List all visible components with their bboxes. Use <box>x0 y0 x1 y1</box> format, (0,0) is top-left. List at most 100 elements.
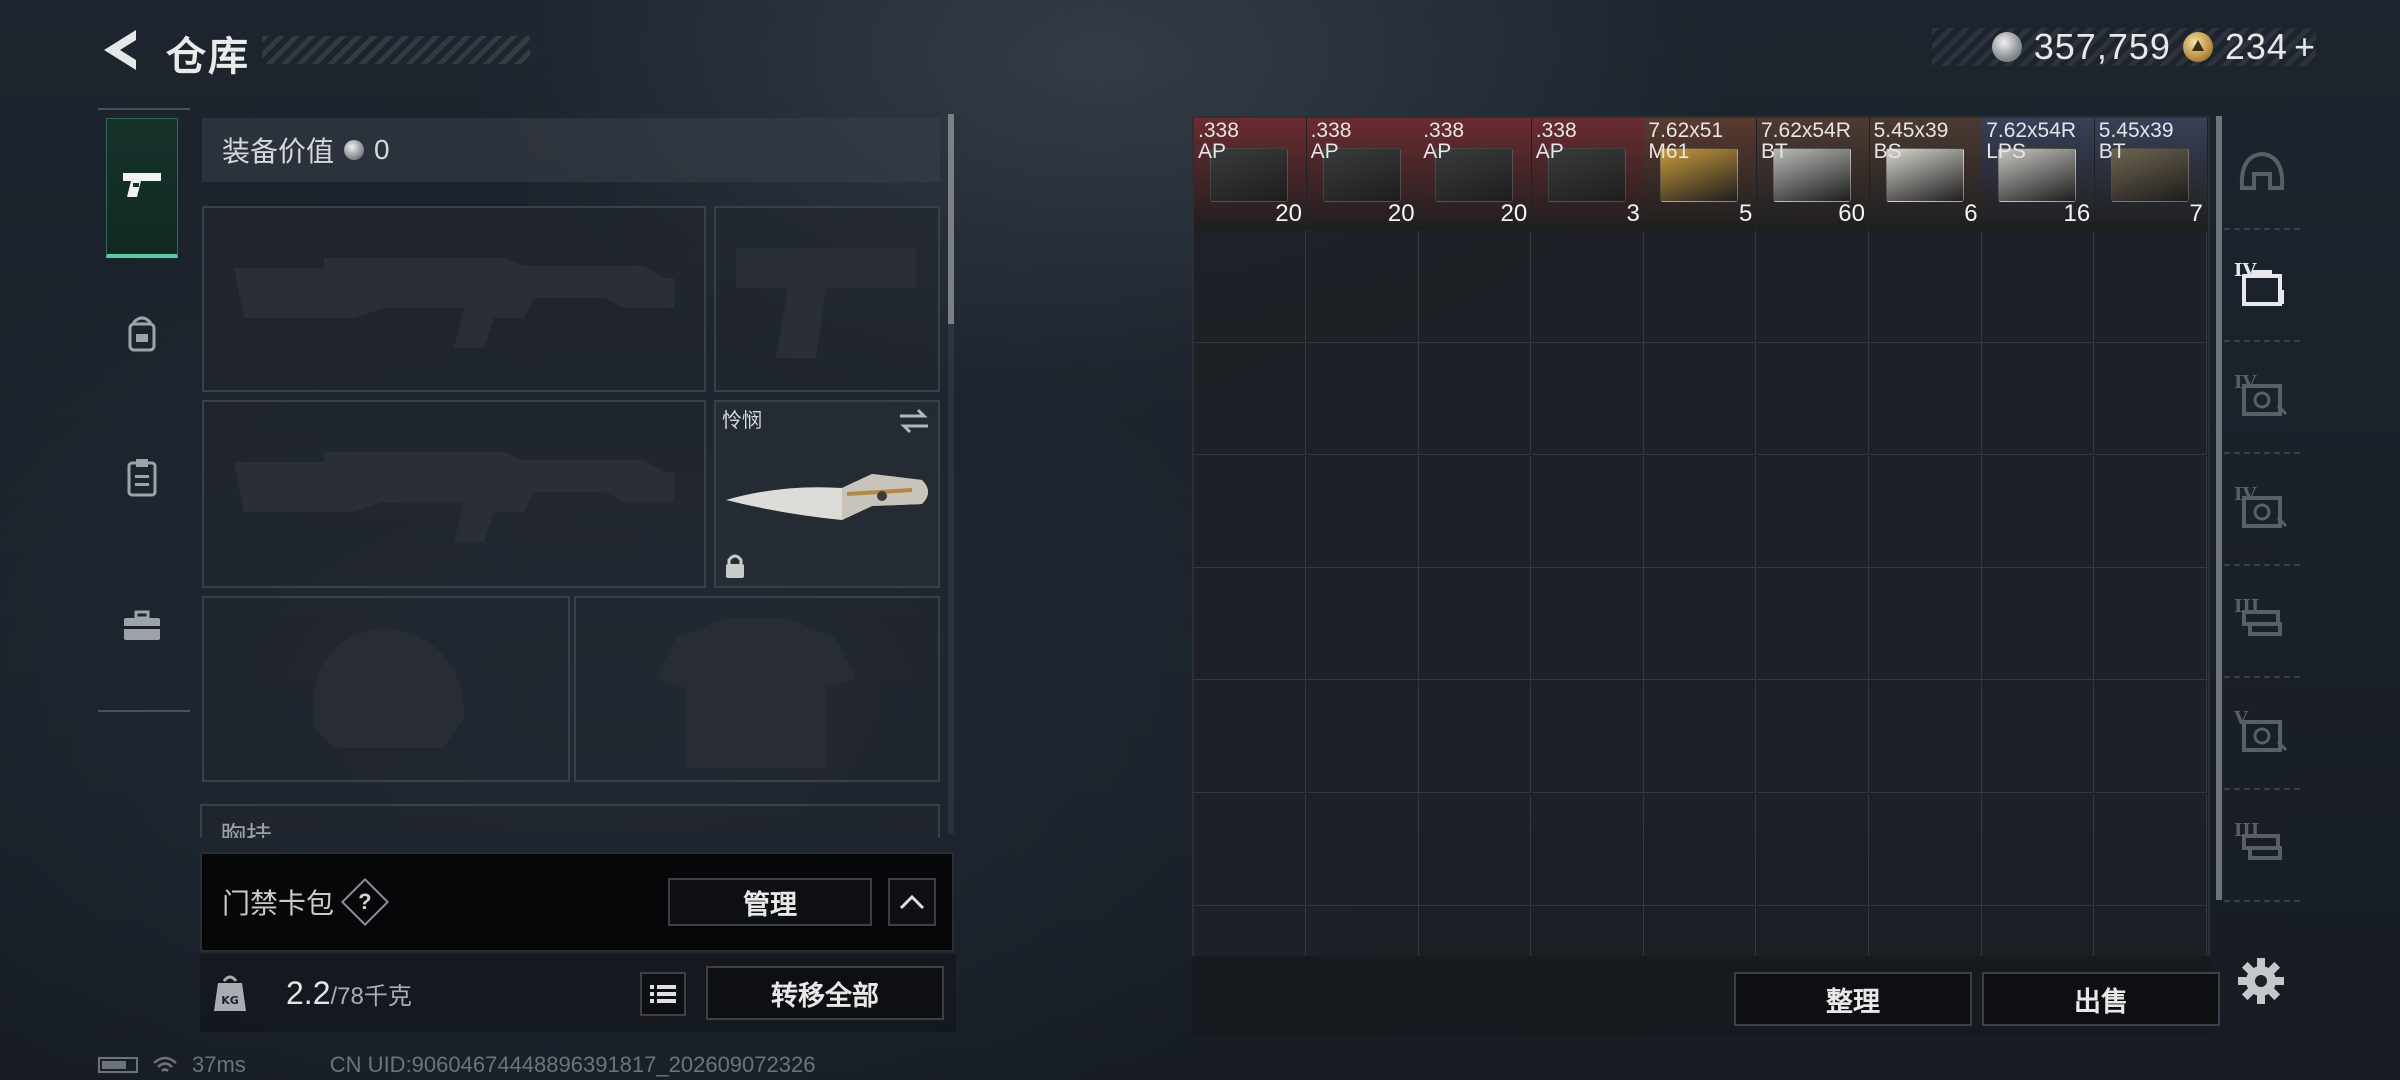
grid-cell[interactable] <box>1194 343 1306 456</box>
settings-button[interactable] <box>2234 954 2288 1008</box>
grid-cell[interactable] <box>1531 793 1644 906</box>
grid-cell[interactable] <box>1194 793 1306 906</box>
ammo-item[interactable]: 5.45x39 BS 6 <box>1869 118 1982 230</box>
rail-tab-toolbox[interactable] <box>106 590 178 662</box>
keycard-help-button[interactable]: ? <box>340 877 390 927</box>
grid-cell[interactable] <box>1194 230 1306 343</box>
grid-cell[interactable] <box>2094 455 2207 568</box>
grid-cell[interactable] <box>1982 455 2095 568</box>
grid-cell[interactable] <box>1644 568 1757 681</box>
grid-cell[interactable] <box>1531 455 1644 568</box>
grid-cell[interactable] <box>2094 793 2207 906</box>
grid-cell[interactable] <box>1419 906 1532 958</box>
grid-cell[interactable] <box>2094 681 2207 793</box>
ammo-item[interactable]: .338 AP 3 <box>1531 118 1644 230</box>
grid-cell[interactable] <box>1419 568 1532 681</box>
grid-cell[interactable] <box>1869 455 1982 568</box>
container-tab[interactable]: IV <box>2224 454 2300 566</box>
grid-cell[interactable] <box>1982 568 2095 681</box>
ammo-item[interactable]: 7.62x51 M61 5 <box>1644 118 1757 230</box>
sidearm-slot[interactable] <box>714 206 940 392</box>
grid-cell[interactable] <box>1419 230 1532 343</box>
grid-cell[interactable] <box>1419 793 1532 906</box>
grid-cell[interactable] <box>1194 906 1306 958</box>
grid-cell[interactable] <box>1982 906 2095 958</box>
keycard-collapse-button[interactable] <box>888 878 936 926</box>
grid-cell[interactable] <box>1982 230 2095 343</box>
list-view-button[interactable] <box>640 972 686 1016</box>
container-tab[interactable]: III <box>2224 790 2300 902</box>
grid-cell[interactable] <box>1306 793 1419 906</box>
grid-cell[interactable] <box>1194 568 1306 681</box>
storage-scroll-thumb[interactable] <box>2216 116 2222 900</box>
container-tab[interactable]: IV <box>2224 230 2300 342</box>
grid-cell[interactable] <box>1869 681 1982 793</box>
grid-cell[interactable] <box>1306 681 1419 793</box>
grid-cell[interactable] <box>1644 793 1757 906</box>
chest-rig-slot[interactable]: 胸挂 <box>200 804 940 838</box>
grid-cell[interactable] <box>1644 681 1757 793</box>
grid-cell[interactable] <box>1757 568 1869 681</box>
helmet-slot[interactable] <box>202 596 570 782</box>
grid-cell[interactable] <box>1306 343 1419 456</box>
grid-cell[interactable] <box>2094 568 2207 681</box>
ammo-item[interactable]: .338 AP 20 <box>1306 118 1419 230</box>
grid-cell[interactable] <box>1757 906 1869 958</box>
grid-cell[interactable] <box>1982 343 2095 456</box>
primary-weapon-slot[interactable] <box>202 206 706 392</box>
grid-cell[interactable] <box>1531 568 1644 681</box>
container-tab[interactable]: IV <box>2224 342 2300 454</box>
grid-cell[interactable] <box>1982 681 2095 793</box>
grid-cell[interactable] <box>1306 568 1419 681</box>
swap-icon[interactable] <box>898 408 930 434</box>
grid-cell[interactable] <box>1531 681 1644 793</box>
transfer-all-button[interactable]: 转移全部 <box>706 966 944 1020</box>
ammo-item[interactable]: .338 AP 20 <box>1194 118 1306 230</box>
armor-slot[interactable] <box>574 596 940 782</box>
grid-cell[interactable] <box>2095 906 2207 958</box>
grid-cell[interactable] <box>2094 230 2207 343</box>
grid-cell[interactable] <box>1644 230 1757 343</box>
grid-cell[interactable] <box>1419 343 1532 456</box>
grid-cell[interactable] <box>1306 230 1419 343</box>
grid-cell[interactable] <box>1869 568 1982 681</box>
gold-topup-plus[interactable]: + <box>2294 26 2316 68</box>
back-button[interactable] <box>96 24 146 76</box>
ammo-item[interactable]: 5.45x39 BT 7 <box>2094 118 2207 230</box>
ammo-item[interactable]: 7.62x54R LPS 16 <box>1982 118 2095 230</box>
rail-tab-tasks[interactable] <box>106 442 178 514</box>
grid-cell[interactable] <box>1419 681 1532 793</box>
grid-cell[interactable] <box>1757 793 1869 906</box>
grid-cell[interactable] <box>1194 681 1306 793</box>
grid-cell[interactable] <box>1869 230 1982 343</box>
container-tab[interactable] <box>2224 118 2300 230</box>
grid-cell[interactable] <box>1644 455 1757 568</box>
keycard-manage-button[interactable]: 管理 <box>668 878 872 926</box>
secondary-weapon-slot[interactable] <box>202 400 706 588</box>
equipment-scroll-thumb[interactable] <box>948 114 954 324</box>
grid-cell[interactable] <box>1870 906 1982 958</box>
grid-cell[interactable] <box>1869 793 1982 906</box>
grid-cell[interactable] <box>1757 681 1869 793</box>
ammo-item[interactable]: 7.62x54R BT 60 <box>1757 118 1869 230</box>
grid-cell[interactable] <box>1757 230 1869 343</box>
grid-cell[interactable] <box>1757 455 1869 568</box>
grid-cell[interactable] <box>1532 906 1644 958</box>
grid-cell[interactable] <box>2094 343 2207 456</box>
container-tab[interactable]: V <box>2224 678 2300 790</box>
grid-cell[interactable] <box>1869 343 1982 456</box>
grid-cell[interactable] <box>1306 455 1419 568</box>
grid-cell[interactable] <box>1531 343 1644 456</box>
grid-cell[interactable] <box>1307 906 1419 958</box>
grid-cell[interactable] <box>1419 455 1532 568</box>
rail-tab-backpack[interactable] <box>106 298 178 370</box>
grid-cell[interactable] <box>1644 906 1757 958</box>
grid-cell[interactable] <box>1757 343 1869 456</box>
sell-button[interactable]: 出售 <box>1982 972 2220 1026</box>
grid-cell[interactable] <box>1531 230 1644 343</box>
sort-button[interactable]: 整理 <box>1734 972 1972 1026</box>
melee-slot[interactable]: 怜悯 <box>714 400 940 588</box>
grid-cell[interactable] <box>1982 793 2095 906</box>
grid-cell[interactable] <box>1194 455 1306 568</box>
container-tab[interactable]: III <box>2224 566 2300 678</box>
